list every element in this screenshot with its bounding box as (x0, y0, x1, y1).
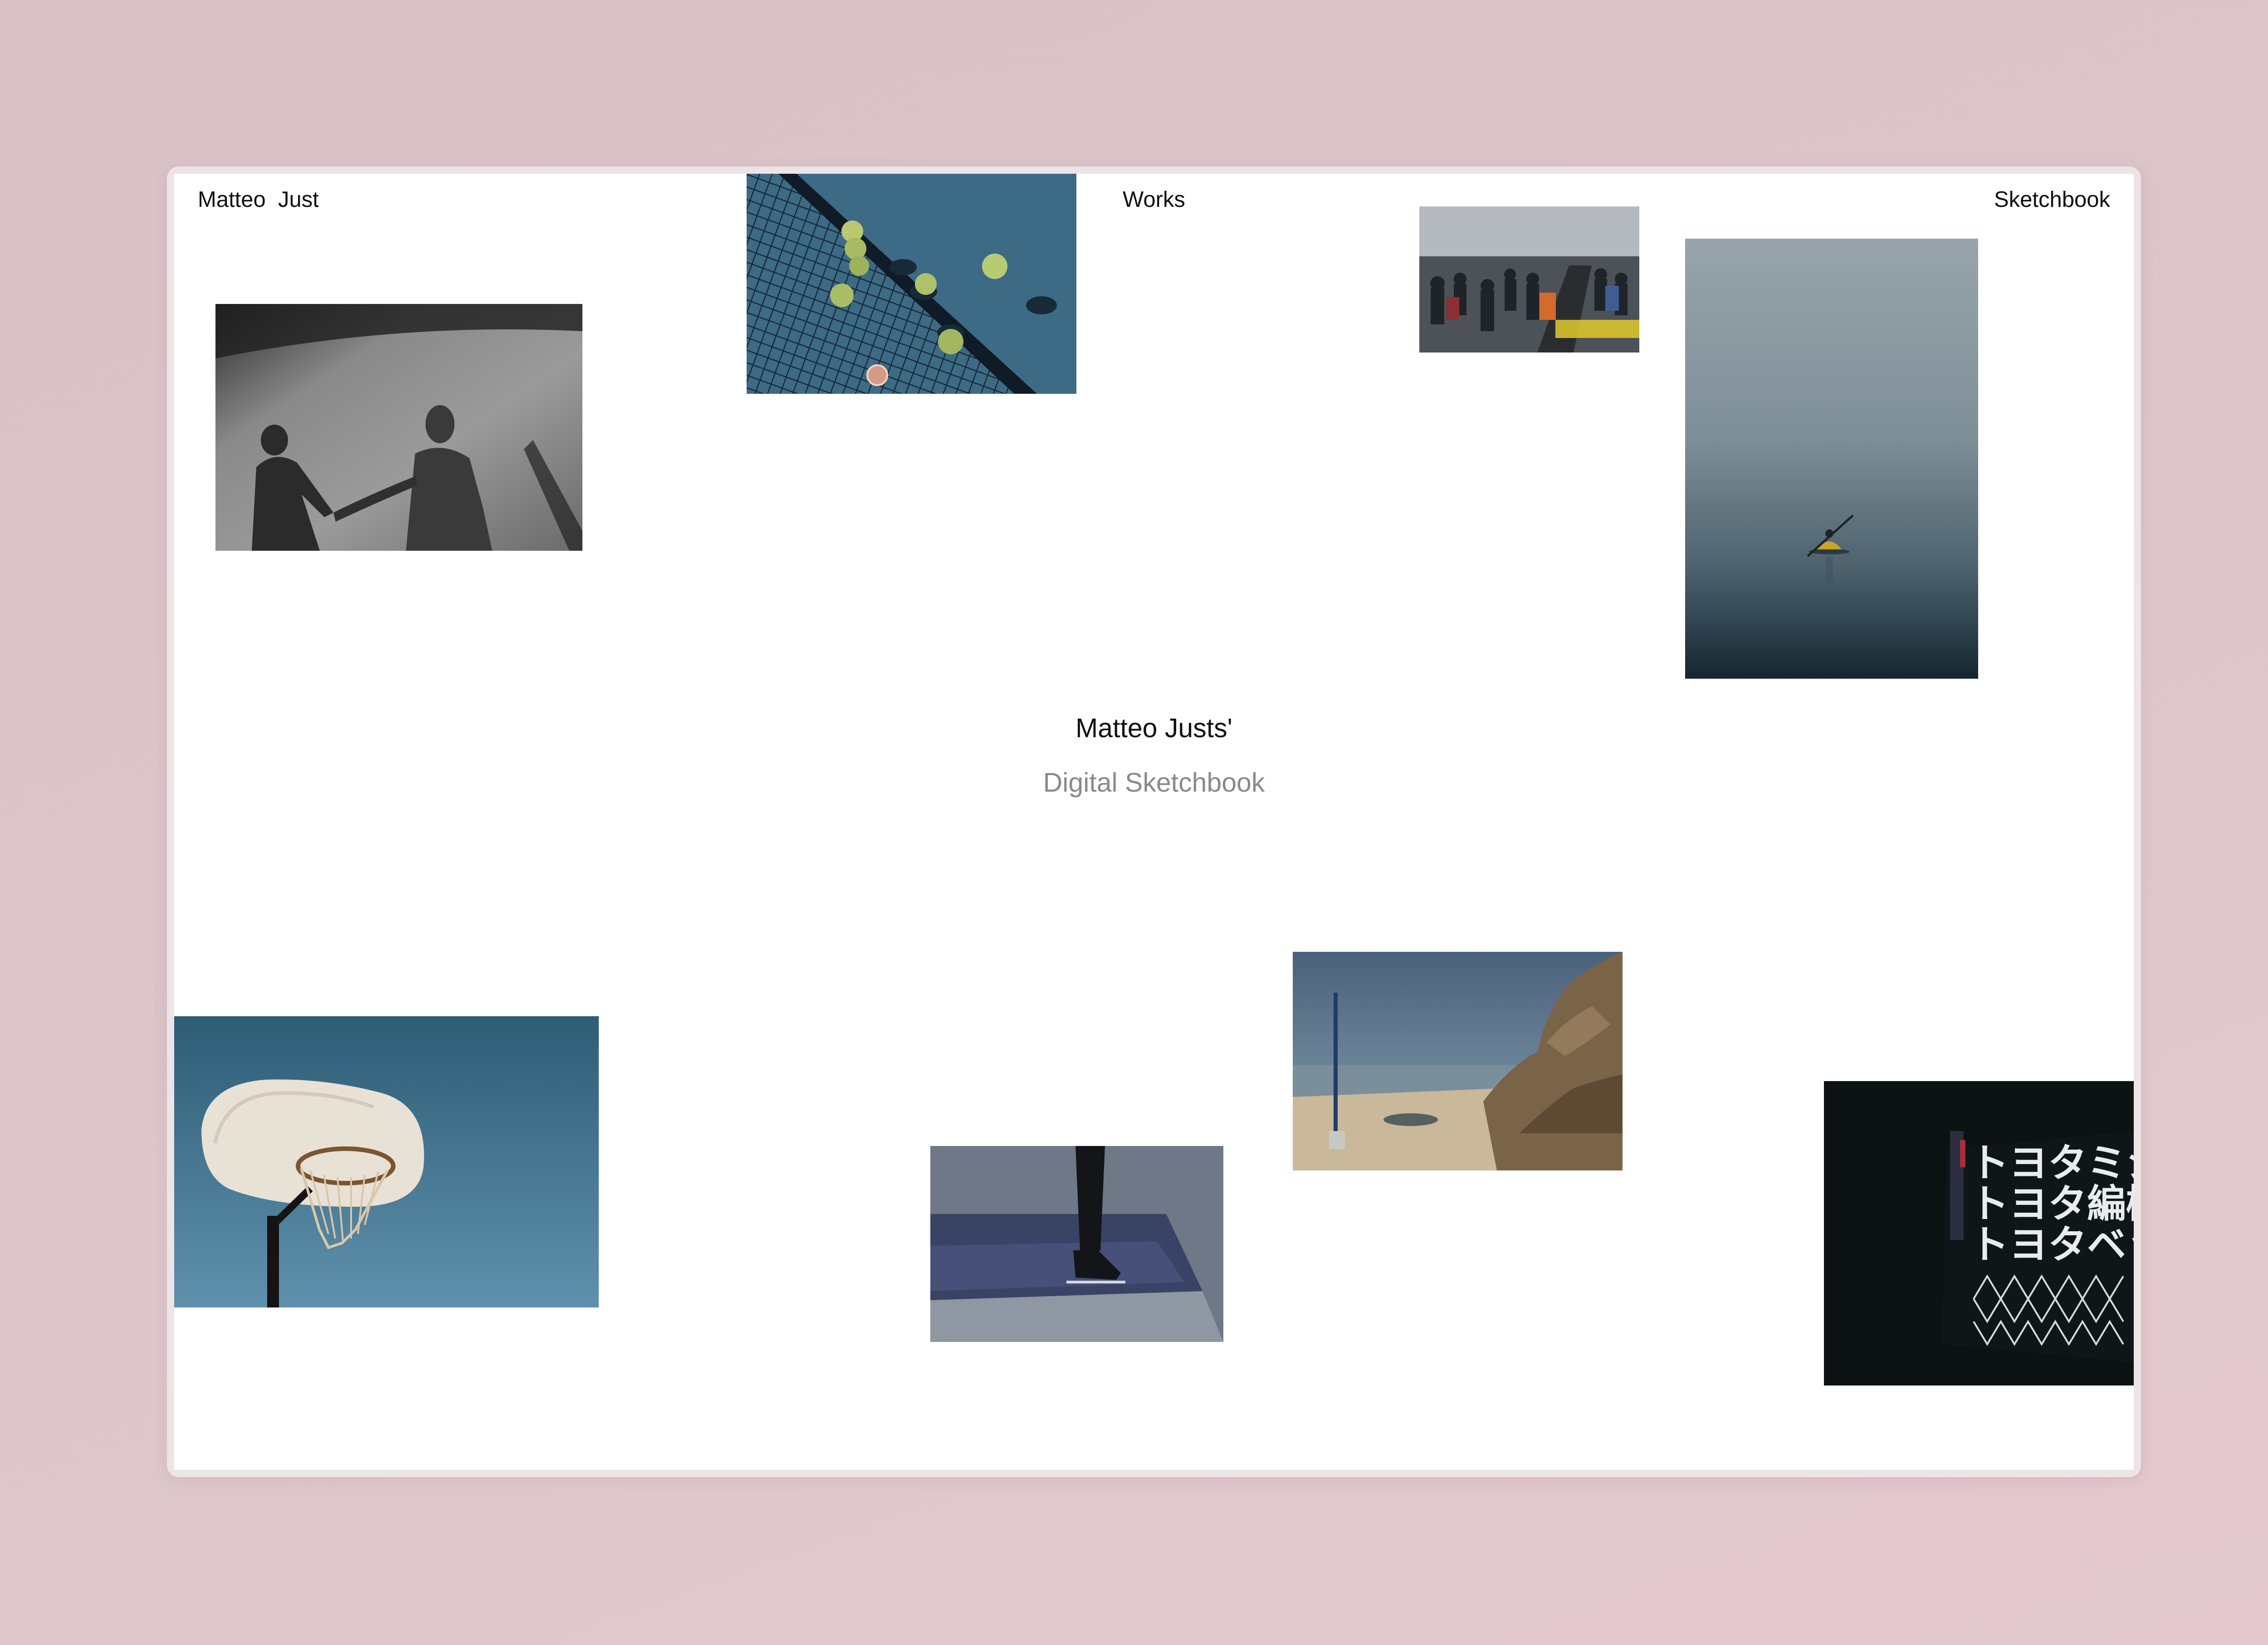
sketchbook-page: Matteo Just Works Sketchbook Matteo Just… (174, 174, 2134, 1470)
nav-sketchbook-link[interactable]: Sketchbook (1994, 186, 2110, 213)
svg-text:トヨタミシン: トヨタミシン (1970, 1141, 2134, 1186)
page-title: Matteo Justs' (1075, 713, 1232, 743)
svg-text:トヨタベッド: トヨタベッド (1970, 1222, 2134, 1268)
photo-beach-rocks[interactable] (1293, 952, 1623, 1170)
photo-shadows-holding-hands[interactable] (215, 304, 582, 551)
photo-ice-skater[interactable] (930, 1146, 1223, 1342)
page-subtitle: Digital Sketchbook (1043, 768, 1265, 798)
photo-crowd-platform[interactable] (1419, 206, 1639, 352)
photo-kayak-fog[interactable] (1685, 239, 1978, 679)
nav-home-link[interactable]: Matteo Just (198, 186, 319, 213)
photo-tennis-balls[interactable] (747, 174, 1076, 394)
photo-neon-sign[interactable]: トヨタミシン トヨタ編機 トヨタベッド (1824, 1081, 2134, 1386)
svg-text:トヨタ編機: トヨタ編機 (1970, 1181, 2134, 1227)
nav-works-link[interactable]: Works (1123, 186, 1185, 213)
photo-basketball-hoop[interactable] (174, 1016, 599, 1307)
